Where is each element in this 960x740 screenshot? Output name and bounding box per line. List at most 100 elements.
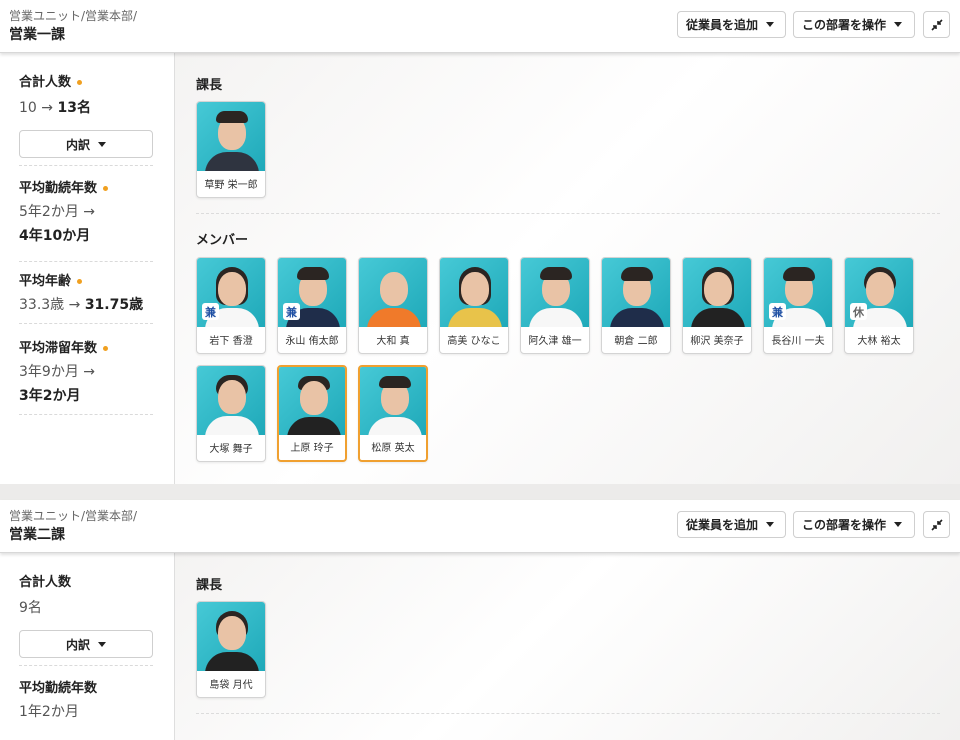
employee-card[interactable]: 朝倉 二郎 (601, 257, 671, 354)
members-section-title: メンバー (196, 233, 249, 248)
divider (19, 665, 153, 666)
employee-photo (683, 258, 751, 327)
employee-card[interactable]: 休 大林 裕太 (844, 257, 914, 354)
caret-down-icon (98, 141, 106, 147)
age-label: 平均年齢 (19, 274, 72, 289)
org-chart-area: 課長 草野 栄一郎 メンバー 兼 岩下 香澄 兼 永山 侑太郎 大和 真 高美 … (175, 53, 960, 484)
employee-card[interactable]: 高美 ひなこ (439, 257, 509, 354)
employee-card[interactable]: 阿久津 雄一 (520, 257, 590, 354)
employee-name: 高美 ひなこ (447, 336, 501, 347)
employee-name: 上原 玲子 (290, 443, 334, 454)
caret-down-icon (894, 22, 903, 27)
collapse-button[interactable] (923, 511, 950, 538)
leave-badge: 休 (850, 303, 867, 320)
org-chart-area: 課長 島袋 月代 (175, 553, 960, 740)
employee-name: 永山 侑太郎 (285, 336, 339, 347)
employee-name: 島袋 月代 (209, 680, 253, 691)
section-divider (196, 213, 940, 214)
tenure-label: 平均勤続年数 (19, 681, 98, 696)
employee-card-highlighted[interactable]: 上原 玲子 (277, 365, 347, 462)
employee-photo (359, 258, 427, 327)
divider (19, 323, 153, 324)
add-employee-label: 従業員を追加 (686, 18, 759, 32)
tenure-from: 5年2か月 → (19, 204, 96, 220)
headcount-value: 9名 (19, 600, 42, 616)
breadcrumb[interactable]: 営業ユニット/営業本部/ (9, 507, 137, 524)
department-panel: 営業ユニット/営業本部/ 営業一課 従業員を追加 この部署を操作 合計人数 10… (0, 0, 960, 484)
department-title: 営業二課 (9, 527, 65, 543)
tenure-label: 平均勤続年数 (19, 181, 98, 196)
department-header: 営業ユニット/営業本部/ 営業二課 従業員を追加 この部署を操作 (0, 500, 960, 553)
headcount-label: 合計人数 (19, 575, 72, 590)
employee-photo (440, 258, 508, 327)
caret-down-icon (766, 522, 775, 527)
employee-name: 長谷川 一夫 (771, 336, 825, 347)
headcount-stat: 合計人数 10 → 13名 (19, 71, 153, 120)
add-employee-label: 従業員を追加 (686, 518, 759, 532)
headcount-stat: 合計人数 9名 (19, 571, 153, 620)
divider (19, 165, 153, 166)
employee-name: 朝倉 二郎 (614, 336, 658, 347)
add-employee-button[interactable]: 従業員を追加 (677, 11, 786, 38)
change-indicator-dot (103, 346, 109, 351)
add-employee-button[interactable]: 従業員を追加 (677, 511, 786, 538)
employee-card[interactable]: 島袋 月代 (196, 601, 266, 698)
employee-photo (197, 102, 265, 171)
minimize-icon (930, 518, 943, 531)
stay-to: 3年2か月 (19, 388, 81, 404)
stay-from: 3年9か月 → (19, 364, 96, 380)
tenure-value: 1年2か月 (19, 704, 79, 720)
employee-photo (360, 367, 426, 435)
employee-name: 大林 裕太 (857, 336, 901, 347)
employee-card[interactable]: 草野 栄一郎 (196, 101, 266, 198)
employee-card-highlighted[interactable]: 松原 英太 (358, 365, 428, 462)
department-actions-button[interactable]: この部署を操作 (793, 11, 915, 38)
employee-card[interactable]: 大和 真 (358, 257, 428, 354)
employee-card[interactable]: 柳沢 美奈子 (682, 257, 752, 354)
tenure-stat: 平均勤続年数 1年2か月 (19, 677, 153, 724)
employee-photo (521, 258, 589, 327)
department-actions-label: この部署を操作 (802, 518, 887, 532)
change-indicator-dot (77, 279, 83, 284)
employee-name: 大塚 舞子 (209, 444, 253, 455)
breakdown-button[interactable]: 内訳 (19, 130, 153, 158)
manager-section-title: 課長 (196, 578, 223, 593)
employee-card[interactable]: 兼 岩下 香澄 (196, 257, 266, 354)
department-panel: 営業ユニット/営業本部/ 営業二課 従業員を追加 この部署を操作 合計人数 9名… (0, 500, 960, 740)
headcount-label: 合計人数 (19, 75, 72, 90)
change-indicator-dot (103, 186, 109, 191)
employee-card[interactable]: 大塚 舞子 (196, 365, 266, 462)
department-header: 営業ユニット/営業本部/ 営業一課 従業員を追加 この部署を操作 (0, 0, 960, 53)
department-actions-button[interactable]: この部署を操作 (793, 511, 915, 538)
employee-name: 岩下 香澄 (209, 336, 253, 347)
stats-sidebar: 合計人数 10 → 13名 内訳 平均勤続年数 5年2か月 → 4年10か月 平… (0, 53, 175, 484)
employee-name: 大和 真 (376, 336, 410, 347)
headcount-value: 10 → 13名 (19, 100, 91, 116)
tenure-stat: 平均勤続年数 5年2か月 → 4年10か月 (19, 177, 153, 248)
concurrent-badge: 兼 (283, 303, 300, 320)
breakdown-button[interactable]: 内訳 (19, 630, 153, 658)
stats-sidebar: 合計人数 9名 内訳 平均勤続年数 1年2か月 (0, 553, 175, 740)
concurrent-badge: 兼 (202, 303, 219, 320)
employee-name: 草野 栄一郎 (204, 180, 258, 191)
stay-stat: 平均滞留年数 3年9か月 → 3年2か月 (19, 337, 153, 408)
change-indicator-dot (77, 80, 83, 85)
caret-down-icon (894, 522, 903, 527)
breakdown-label: 内訳 (65, 637, 90, 652)
employee-photo (602, 258, 670, 327)
employee-card[interactable]: 兼 長谷川 一夫 (763, 257, 833, 354)
department-actions-label: この部署を操作 (802, 18, 887, 32)
employee-name: 松原 英太 (371, 443, 415, 454)
age-value: 33.3歳 → 31.75歳 (19, 297, 144, 313)
employee-photo (197, 366, 265, 435)
breadcrumb[interactable]: 営業ユニット/営業本部/ (9, 7, 137, 24)
divider (19, 261, 153, 262)
breakdown-label: 内訳 (65, 137, 90, 152)
stay-label: 平均滞留年数 (19, 341, 98, 356)
minimize-icon (930, 18, 943, 31)
employee-name: 柳沢 美奈子 (690, 336, 744, 347)
collapse-button[interactable] (923, 11, 950, 38)
age-stat: 平均年齢 33.3歳 → 31.75歳 (19, 270, 153, 317)
employee-card[interactable]: 兼 永山 侑太郎 (277, 257, 347, 354)
caret-down-icon (766, 22, 775, 27)
